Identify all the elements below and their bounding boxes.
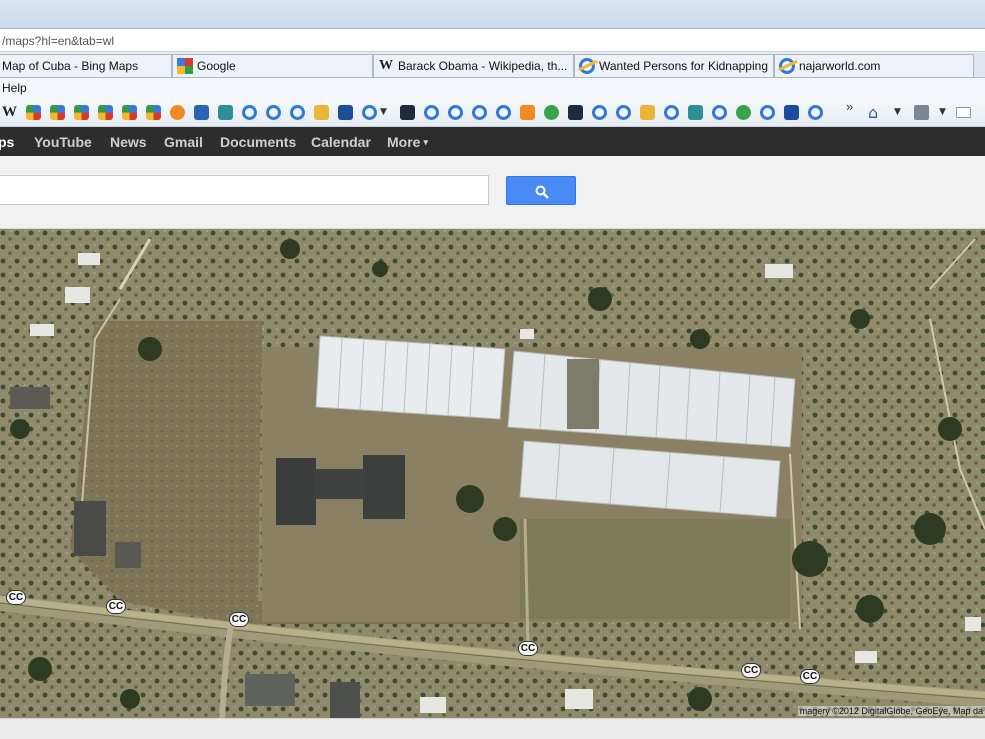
m-bookmark-icon[interactable] bbox=[784, 105, 799, 120]
ie-bookmark-icon[interactable] bbox=[242, 105, 257, 120]
gbar-calendar[interactable]: Calendar bbox=[311, 134, 371, 150]
satellite-imagery bbox=[0, 229, 985, 718]
gbar-maps[interactable]: ps bbox=[0, 134, 14, 150]
google-bookmark-icon[interactable] bbox=[122, 105, 137, 120]
tab-wanted-persons[interactable]: Wanted Persons for Kidnapping bbox=[574, 54, 774, 77]
favorites-bar: W ▼ » ⌂ ▼ ▼ bbox=[0, 98, 985, 127]
gbar-gmail[interactable]: Gmail bbox=[164, 134, 203, 150]
status-bar bbox=[0, 718, 985, 739]
map-marker-cc[interactable]: CC bbox=[229, 612, 249, 627]
menu-bar: Help bbox=[0, 78, 985, 98]
chevron-right-icon[interactable]: » bbox=[846, 99, 860, 114]
ie-bookmark-icon[interactable] bbox=[712, 105, 727, 120]
satellite-map[interactable]: CC CC CC CC CC CC magery ©2012 DigitalGl… bbox=[0, 229, 985, 718]
ie-bookmark-icon[interactable] bbox=[664, 105, 679, 120]
bookmark-icon[interactable] bbox=[338, 105, 353, 120]
google-bookmark-icon[interactable] bbox=[98, 105, 113, 120]
tab-najarworld[interactable]: najarworld.com bbox=[774, 54, 974, 77]
menu-help[interactable]: Help bbox=[2, 81, 27, 95]
bookmark-icon[interactable] bbox=[640, 105, 655, 120]
ie-bookmark-icon[interactable] bbox=[616, 105, 631, 120]
gbar-more-label: More bbox=[387, 134, 421, 150]
refresh-bookmark-icon[interactable] bbox=[544, 105, 559, 120]
map-marker-cc[interactable]: CC bbox=[106, 599, 126, 614]
address-bar[interactable]: /maps?hl=en&tab=wl bbox=[0, 28, 985, 52]
ie-bookmark-icon[interactable] bbox=[808, 105, 823, 120]
chevron-down-icon: ▾ bbox=[423, 137, 428, 147]
chevron-down-icon[interactable]: ▼ bbox=[380, 107, 388, 122]
map-marker-cc[interactable]: CC bbox=[6, 590, 26, 605]
google-bookmark-icon[interactable] bbox=[26, 105, 41, 120]
tab-label: Map of Cuba - Bing Maps bbox=[2, 59, 139, 73]
gbar-news[interactable]: News bbox=[110, 134, 147, 150]
globe-bookmark-icon[interactable] bbox=[194, 105, 209, 120]
tab-label: Google bbox=[197, 59, 236, 73]
wikipedia-tab-icon: W bbox=[379, 58, 393, 73]
ie-bookmark-icon[interactable] bbox=[290, 105, 305, 120]
ie-page-icon bbox=[579, 58, 595, 74]
window-titlebar bbox=[0, 0, 985, 28]
map-marker-cc[interactable]: CC bbox=[518, 641, 538, 656]
google-bookmark-icon[interactable] bbox=[74, 105, 89, 120]
ie-page-icon bbox=[779, 58, 795, 74]
google-bookmark-icon[interactable] bbox=[146, 105, 161, 120]
ie-bookmark-icon[interactable] bbox=[362, 105, 377, 120]
play-bookmark-icon[interactable] bbox=[688, 105, 703, 120]
ie-bookmark-icon[interactable] bbox=[448, 105, 463, 120]
address-text: /maps?hl=en&tab=wl bbox=[2, 34, 115, 48]
chevron-down-icon[interactable]: ▼ bbox=[894, 107, 902, 122]
tab-google[interactable]: Google bbox=[172, 54, 373, 77]
map-marker-cc[interactable]: CC bbox=[800, 669, 820, 684]
search-input[interactable] bbox=[0, 175, 489, 205]
google-bookmark-icon[interactable] bbox=[50, 105, 65, 120]
google-tab-icon bbox=[177, 58, 193, 74]
wikipedia-bookmark-icon[interactable]: W bbox=[2, 105, 17, 120]
bookmark-icon[interactable] bbox=[568, 105, 583, 120]
gbar-youtube[interactable]: YouTube bbox=[34, 134, 92, 150]
orange-bookmark-icon[interactable] bbox=[170, 105, 185, 120]
ie-bookmark-icon[interactable] bbox=[266, 105, 281, 120]
home-icon[interactable]: ⌂ bbox=[868, 105, 883, 121]
search-button[interactable] bbox=[506, 176, 576, 205]
chevron-down-icon[interactable]: ▼ bbox=[939, 107, 947, 122]
bookmark-icon[interactable] bbox=[736, 105, 751, 120]
tab-label: Barack Obama - Wikipedia, th... bbox=[398, 59, 568, 73]
dev-bookmark-icon[interactable] bbox=[400, 105, 415, 120]
ie-bookmark-icon[interactable] bbox=[424, 105, 439, 120]
bookmark-icon[interactable] bbox=[218, 105, 233, 120]
tab-bing-maps[interactable]: Map of Cuba - Bing Maps bbox=[0, 54, 172, 77]
ie-bookmark-icon[interactable] bbox=[592, 105, 607, 120]
ie-bookmark-icon[interactable] bbox=[472, 105, 487, 120]
gbar-documents[interactable]: Documents bbox=[220, 134, 296, 150]
feeds-icon[interactable] bbox=[914, 105, 929, 120]
google-bar: ps YouTube News Gmail Documents Calendar… bbox=[0, 127, 985, 156]
bookmark-icon[interactable] bbox=[314, 105, 329, 120]
tab-wikipedia[interactable]: W Barack Obama - Wikipedia, th... bbox=[373, 54, 574, 77]
gbar-more[interactable]: More ▾ bbox=[387, 134, 428, 150]
search-area bbox=[0, 156, 985, 229]
map-attribution: magery ©2012 DigitalGlobe, GeoEye, Map d… bbox=[797, 706, 985, 716]
bookmark-icon[interactable] bbox=[520, 105, 535, 120]
tab-strip: Map of Cuba - Bing Maps Google W Barack … bbox=[0, 53, 985, 78]
map-marker-cc[interactable]: CC bbox=[741, 663, 761, 678]
ie-bookmark-icon[interactable] bbox=[496, 105, 511, 120]
mail-icon[interactable] bbox=[956, 107, 971, 118]
tab-label: najarworld.com bbox=[799, 59, 881, 73]
tab-label: Wanted Persons for Kidnapping bbox=[599, 59, 768, 73]
search-icon bbox=[535, 185, 549, 199]
ie-bookmark-icon[interactable] bbox=[760, 105, 775, 120]
